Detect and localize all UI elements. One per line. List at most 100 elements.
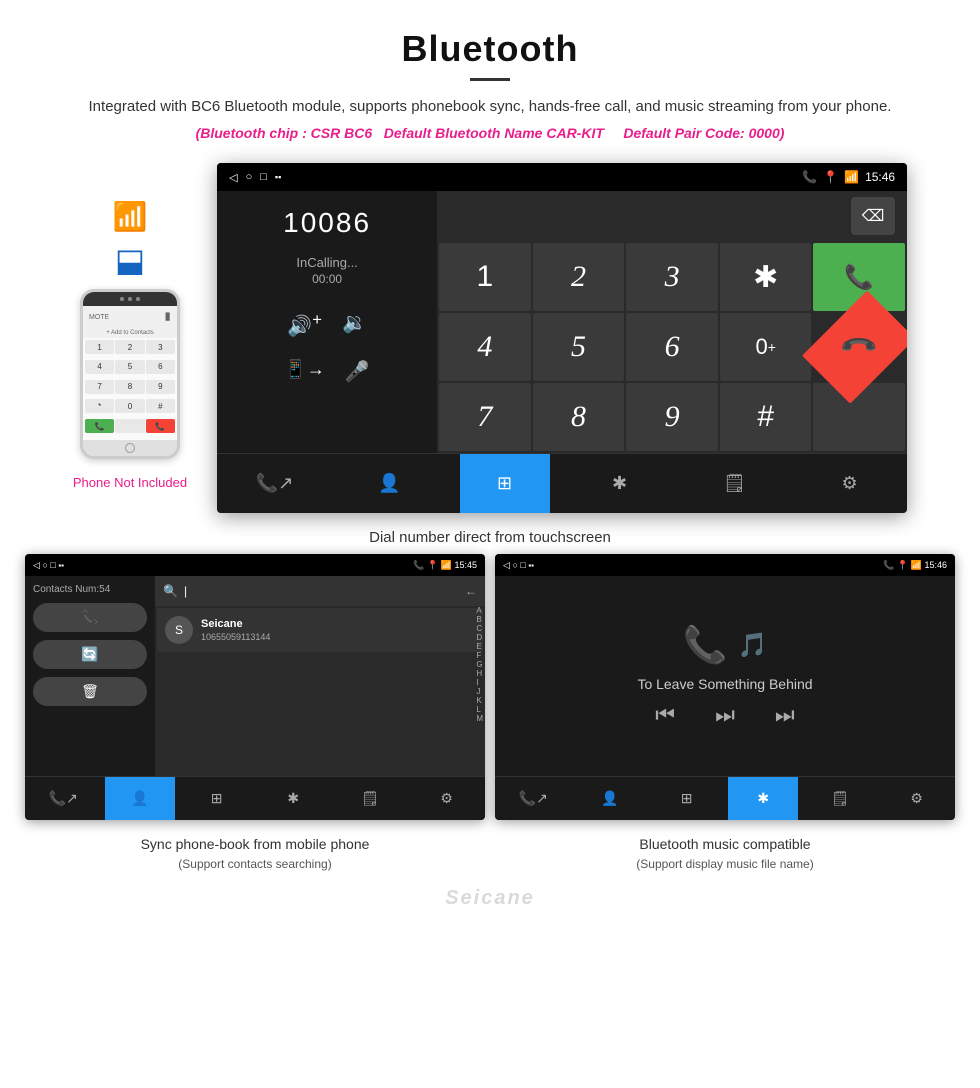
phone-key-1[interactable]: 1 bbox=[85, 340, 114, 354]
alpha-list: A B C D E F G H I J K L M bbox=[476, 606, 483, 723]
pb-nav-bar: 📞↗ 👤 ⊞ ✱ 🗒 ⚙ bbox=[25, 776, 485, 820]
pb-nav-dialpad[interactable]: ⊞ bbox=[182, 777, 252, 820]
phone-key-2[interactable]: 2 bbox=[115, 340, 144, 354]
music-home-icon: ○ bbox=[512, 560, 517, 570]
dot1 bbox=[120, 297, 124, 301]
music-play-pause-btn[interactable]: ⏭ bbox=[715, 702, 735, 728]
phone-call-btn[interactable]: 📞 bbox=[85, 419, 114, 433]
transfer-icon[interactable]: 📱→ bbox=[284, 359, 324, 384]
phone-key-5[interactable]: 5 bbox=[115, 360, 144, 374]
pb-contact-item[interactable]: S Seicane 10655059113144 bbox=[157, 608, 483, 652]
phone-status-bar bbox=[83, 292, 177, 306]
nav-transfer[interactable]: 🗒 bbox=[690, 454, 780, 513]
pb-nav-transfer[interactable]: 🗒 bbox=[335, 777, 405, 820]
volume-up-icon[interactable]: 🔊+ bbox=[287, 310, 322, 339]
bluetooth-waves-icon: 📶 bbox=[113, 203, 148, 231]
highlight-code: Default Pair Code: 0000) bbox=[623, 125, 784, 141]
microphone-icon[interactable]: 🎤 bbox=[345, 359, 370, 384]
pb-sync-btn[interactable]: 🔄 bbox=[33, 640, 147, 669]
music-nav-call[interactable]: 📞↗ bbox=[498, 777, 568, 820]
phonebook-caption: Sync phone-book from mobile phone (Suppo… bbox=[25, 834, 485, 873]
phone-key-6[interactable]: 6 bbox=[146, 360, 175, 374]
music-nav-bt[interactable]: ✱ bbox=[728, 777, 798, 820]
nav-bluetooth[interactable]: ✱ bbox=[575, 454, 665, 513]
nav-dialpad[interactable]: ⊞ bbox=[460, 454, 550, 513]
pb-delete-btn[interactable]: 🗑 bbox=[33, 677, 147, 706]
phone-key-hash[interactable]: # bbox=[146, 399, 175, 413]
nav-contacts[interactable]: 👤 bbox=[345, 454, 435, 513]
music-nav-settings[interactable]: ⚙ bbox=[882, 777, 952, 820]
phone-dialpad: 1 2 3 4 5 6 7 8 9 * 0 # 📞 📞 bbox=[83, 338, 177, 440]
phone-key-4[interactable]: 4 bbox=[85, 360, 114, 374]
dialer-controls: 🔊+ 🔉 bbox=[287, 310, 367, 339]
search-cursor[interactable]: | bbox=[184, 584, 187, 598]
dp-key-9[interactable]: 9 bbox=[626, 383, 718, 451]
phone-key-empty bbox=[115, 419, 144, 433]
pb-search-bar: 🔍 | ← bbox=[155, 576, 485, 606]
pb-nav-settings[interactable]: ⚙ bbox=[412, 777, 482, 820]
bluetooth-symbol-icon: ⬓ bbox=[115, 241, 145, 279]
bottom-row: ◁ ○ □ ▪▪ 📞 📍 📶 15:45 Contacts Num:54 📞 🔄… bbox=[0, 550, 980, 828]
dp-key-7[interactable]: 7 bbox=[439, 383, 531, 451]
pb-nav-call[interactable]: 📞↗ bbox=[28, 777, 98, 820]
music-notification: ▪▪ bbox=[528, 561, 534, 570]
bottom-captions: Sync phone-book from mobile phone (Suppo… bbox=[0, 828, 980, 883]
dp-key-3[interactable]: 3 bbox=[626, 243, 718, 311]
pb-backspace-icon[interactable]: ← bbox=[465, 584, 477, 598]
page-title: Bluetooth bbox=[20, 28, 960, 70]
dp-key-star[interactable]: ✱ bbox=[720, 243, 812, 311]
music-phone-icon: 📞 bbox=[683, 624, 728, 666]
music-call-icon: 📞 bbox=[883, 560, 894, 570]
pb-left-panel: Contacts Num:54 📞 🔄 🗑 bbox=[25, 576, 155, 776]
phone-key-star[interactable]: * bbox=[85, 399, 114, 413]
nav-settings[interactable]: ⚙ bbox=[805, 454, 895, 513]
dp-key-6[interactable]: 6 bbox=[626, 313, 718, 381]
phone-key-3[interactable]: 3 bbox=[146, 340, 175, 354]
contact-info: Seicane 10655059113144 bbox=[201, 618, 270, 642]
apps-nav-icon[interactable]: □ bbox=[260, 171, 267, 183]
phone-top: MOTE ▊ bbox=[83, 306, 177, 328]
phone-caption: Phone Not Included bbox=[73, 475, 187, 490]
pb-back-icon: ◁ bbox=[33, 560, 40, 570]
music-nav-transfer[interactable]: 🗒 bbox=[805, 777, 875, 820]
music-wifi-icon: 📶 bbox=[911, 560, 922, 570]
android-nav-bar: 📞↗ 👤 ⊞ ✱ 🗒 ⚙ bbox=[217, 453, 907, 513]
music-prev-btn[interactable]: ⏮ bbox=[655, 702, 675, 728]
phone-key-7[interactable]: 7 bbox=[85, 380, 114, 394]
dialer-left-panel: 10086 InCalling... 00:00 🔊+ 🔉 📱→ 🎤 bbox=[217, 191, 437, 453]
phone-key-9[interactable]: 9 bbox=[146, 380, 175, 394]
android-dialer-screen: ◁ ○ □ ▪▪ 📞 📍 📶 15:46 10086 InCalling... … bbox=[217, 163, 907, 513]
music-back-icon: ◁ bbox=[503, 560, 510, 570]
pb-status-right: 📞 📍 📶 15:45 bbox=[413, 560, 477, 571]
music-nav-contacts[interactable]: 👤 bbox=[575, 777, 645, 820]
dp-key-5[interactable]: 5 bbox=[533, 313, 625, 381]
pb-call-btn[interactable]: 📞 bbox=[33, 603, 147, 632]
dialer-number: 10086 bbox=[283, 207, 371, 239]
dp-key-0plus[interactable]: 0+ bbox=[720, 313, 812, 381]
phone-key-8[interactable]: 8 bbox=[115, 380, 144, 394]
seicane-watermark: Seicane bbox=[0, 883, 980, 914]
music-next-btn[interactable]: ⏭ bbox=[775, 702, 795, 728]
dp-key-2[interactable]: 2 bbox=[533, 243, 625, 311]
dp-key-1[interactable]: 1 bbox=[439, 243, 531, 311]
phone-end-btn[interactable]: 📞 bbox=[146, 419, 175, 433]
pb-nav-bt[interactable]: ✱ bbox=[258, 777, 328, 820]
volume-down-icon[interactable]: 🔉 bbox=[342, 310, 367, 339]
dp-key-4[interactable]: 4 bbox=[439, 313, 531, 381]
music-icon-area: 📞 🎵 bbox=[683, 624, 768, 666]
home-nav-icon[interactable]: ○ bbox=[246, 171, 253, 183]
dp-key-8[interactable]: 8 bbox=[533, 383, 625, 451]
music-song-title: To Leave Something Behind bbox=[637, 676, 812, 692]
calling-status: InCalling... 00:00 bbox=[296, 255, 357, 286]
back-nav-icon[interactable]: ◁ bbox=[229, 171, 237, 184]
backspace-button[interactable]: ⌫ bbox=[851, 197, 895, 235]
music-nav-dialpad[interactable]: ⊞ bbox=[652, 777, 722, 820]
phonebook-caption-sub: (Support contacts searching) bbox=[25, 855, 485, 873]
pb-nav-contacts[interactable]: 👤 bbox=[105, 777, 175, 820]
music-time: 15:46 bbox=[924, 560, 947, 570]
nav-call[interactable]: 📞↗ bbox=[230, 454, 320, 513]
dp-key-hash[interactable]: # bbox=[720, 383, 812, 451]
phone-key-0[interactable]: 0 bbox=[115, 399, 144, 413]
pb-apps-icon: □ bbox=[50, 560, 55, 570]
phone-home-button[interactable] bbox=[125, 443, 135, 453]
